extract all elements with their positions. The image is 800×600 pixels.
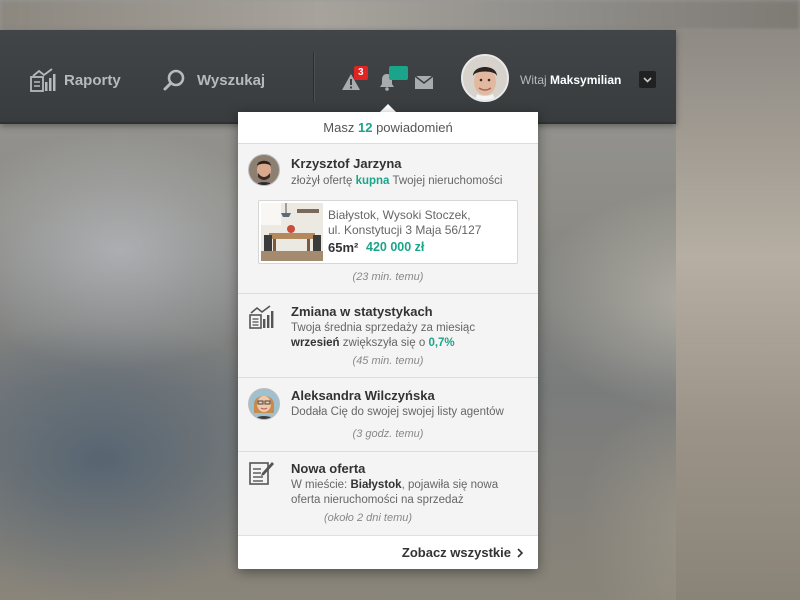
notification-title: Nowa oferta: [291, 461, 366, 476]
reports-chart-icon: [30, 68, 56, 92]
desc-post: Twojej nieruchomości: [392, 175, 503, 187]
property-area: 65m²: [328, 240, 359, 255]
messages-button[interactable]: [413, 72, 435, 92]
welcome-text: Witaj Maksymilian: [520, 73, 621, 87]
property-address: Białystok, Wysoki Stoczek, ul. Konstytuc…: [328, 208, 481, 238]
panel-pointer: [380, 104, 396, 112]
address-line-2: ul. Konstytucji 3 Maja 56/127: [328, 223, 482, 237]
header-prefix: Masz: [323, 120, 355, 135]
notification-desc: W mieście: Białystok, pojawiła się nowa …: [291, 478, 526, 508]
background-top: [0, 0, 800, 30]
notification-time: (3 godz. temu): [352, 428, 424, 440]
notification-time: (23 min. temu): [352, 271, 424, 283]
search-icon: [163, 68, 189, 92]
user-menu-toggle[interactable]: [639, 71, 656, 88]
property-photo: [261, 203, 323, 261]
notification-item-stats[interactable]: Zmiana w statystykach Twoja średnia sprz…: [238, 294, 538, 378]
edit-document-icon: [248, 460, 278, 490]
alerts-badge: 3: [354, 66, 368, 80]
property-card[interactable]: Białystok, Wysoki Stoczek, ul. Konstytuc…: [258, 200, 518, 264]
avatar-krzysztof: [248, 154, 280, 186]
address-line-1: Białystok, Wysoki Stoczek,: [328, 208, 471, 222]
notifications-badge: 12: [389, 66, 409, 80]
background-right: [676, 30, 800, 600]
chevron-right-icon: [517, 547, 524, 558]
nav-search[interactable]: Wyszukaj: [163, 68, 265, 92]
desc-pre: złożył ofertę: [291, 175, 353, 187]
desc-city: Białystok: [350, 479, 402, 491]
desc-line-1: W mieście: Białystok, pojawiła się nowa: [291, 478, 526, 493]
user-name: Maksymilian: [550, 73, 622, 87]
notification-title: Aleksandra Wilczyńska: [291, 388, 435, 403]
stats-chart-icon: [248, 304, 278, 334]
nav-search-label: Wyszukaj: [197, 71, 266, 89]
see-all-label: Zobacz wszystkie: [401, 545, 511, 560]
notification-desc: Twoja średnia sprzedaży za miesiąc wrzes…: [291, 321, 526, 351]
notification-time: (około 2 dni temu): [323, 512, 413, 524]
top-navbar: Raporty Wyszukaj 3 12 Witaj Maksymilian: [0, 30, 676, 124]
welcome-prefix: Witaj: [520, 73, 547, 87]
see-all-link[interactable]: Zobacz wszystkie: [402, 545, 524, 560]
avatar-aleksandra: [248, 388, 280, 420]
desc-keyword: kupna: [355, 175, 390, 187]
user-avatar[interactable]: [461, 54, 509, 102]
notifications-panel: Masz 12 powiadomień Krzysztof Jarzyna zł…: [238, 112, 538, 569]
desc-mid: zwiększyła się o: [342, 337, 426, 349]
property-price: 420 000 zł: [366, 240, 425, 254]
chevron-down-icon: [643, 76, 652, 83]
desc-line-2: oferta nieruchomości na sprzedaż: [291, 494, 464, 506]
desc-month: wrzesień: [291, 337, 340, 349]
notification-title: Krzysztof Jarzyna: [291, 156, 402, 171]
notification-item-agent[interactable]: Aleksandra Wilczyńska Dodała Cię do swoj…: [238, 378, 538, 452]
nav-divider: [313, 52, 314, 102]
desc-value: 0,7%: [428, 337, 455, 349]
notification-time: (45 min. temu): [352, 355, 424, 367]
envelope-icon: [415, 75, 433, 89]
panel-header: Masz 12 powiadomień: [238, 112, 538, 144]
notification-desc: Dodała Cię do swojej swojej listy agentó…: [291, 406, 504, 418]
notification-desc: złożył ofertę kupna Twojej nieruchomości: [291, 174, 526, 189]
nav-reports-label: Raporty: [64, 71, 121, 89]
desc-line-1: Twoja średnia sprzedaży za miesiąc: [291, 322, 476, 334]
desc-pre: W mieście:: [291, 479, 348, 491]
nav-reports[interactable]: Raporty: [30, 68, 121, 92]
notification-title: Zmiana w statystykach: [291, 304, 433, 319]
header-count: 12: [357, 120, 373, 135]
desc-post: , pojawiła się nowa: [401, 479, 499, 491]
desc-line-2: wrzesień zwiększyła się o 0,7%: [291, 336, 526, 351]
panel-footer: Zobacz wszystkie: [238, 535, 538, 569]
header-suffix: powiadomień: [376, 120, 453, 135]
notification-item-offer[interactable]: Krzysztof Jarzyna złożył ofertę kupna Tw…: [238, 144, 538, 294]
notification-item-new-offer[interactable]: Nowa oferta W mieście: Białystok, pojawi…: [238, 452, 538, 535]
